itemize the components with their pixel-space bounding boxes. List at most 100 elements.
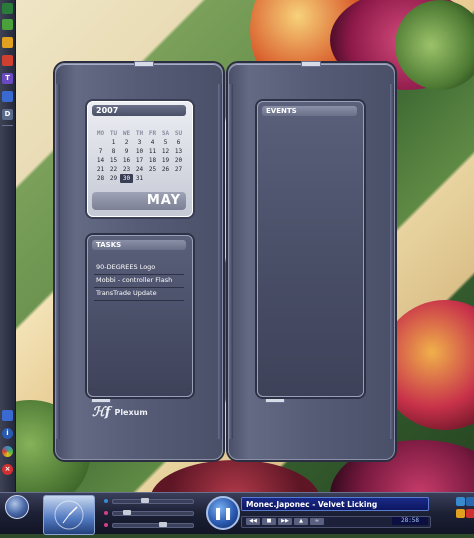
- calendar-day: [159, 174, 172, 183]
- calendar-day[interactable]: 14: [94, 156, 107, 165]
- calendar-day[interactable]: 28: [94, 174, 107, 183]
- calendar-day[interactable]: 23: [120, 165, 133, 174]
- dock-app-icon[interactable]: [2, 37, 13, 48]
- calendar-day[interactable]: 6: [172, 138, 185, 147]
- calendar-day[interactable]: 24: [133, 165, 146, 174]
- seek-slider[interactable]: [112, 522, 194, 528]
- dock-app-icon[interactable]: [2, 55, 13, 66]
- calendar-day[interactable]: 3: [133, 138, 146, 147]
- shuffle-icon[interactable]: ≈: [310, 518, 324, 525]
- start-orb-button[interactable]: [5, 495, 29, 519]
- tray-app-icon[interactable]: [456, 509, 465, 518]
- previous-icon[interactable]: ◀◀: [246, 518, 260, 525]
- color-wheel-icon[interactable]: [2, 446, 13, 457]
- tray-app-icon[interactable]: [466, 509, 474, 518]
- dock-app-icon[interactable]: T: [2, 73, 13, 84]
- calendar-day: [94, 138, 107, 147]
- panel-edge: [229, 84, 233, 439]
- volume-indicator-icon: [104, 499, 108, 503]
- tasks-title: TASKS: [92, 240, 186, 250]
- weekday-label: TU: [109, 130, 118, 137]
- balance-slider[interactable]: [112, 510, 194, 516]
- calendar-day[interactable]: 7: [94, 147, 107, 156]
- playback-time: 28:58: [392, 517, 428, 525]
- panel-drag-handle[interactable]: [134, 61, 154, 67]
- weekday-label: WE: [122, 130, 131, 137]
- panel-drag-handle[interactable]: [301, 61, 321, 67]
- weekday-label: SU: [174, 130, 183, 137]
- slider-knob[interactable]: [123, 510, 131, 515]
- task-item[interactable]: 90-DEGREES Logo: [96, 263, 155, 271]
- task-divider: [94, 274, 184, 275]
- calendar-month[interactable]: MAY: [92, 192, 186, 210]
- calendar-day[interactable]: 31: [133, 174, 146, 183]
- calendar-day[interactable]: 18: [146, 156, 159, 165]
- calendar-day[interactable]: 20: [172, 156, 185, 165]
- calendar-day[interactable]: 1: [107, 138, 120, 147]
- calendar-widget: 2007 MO TU WE TH FR SA SU 1 2 3 4 5 6 7 8 9 10 11 1…: [87, 101, 193, 217]
- calendar-year[interactable]: 2007: [92, 105, 186, 116]
- calendar-day[interactable]: 27: [172, 165, 185, 174]
- dock-screen-icon[interactable]: [2, 410, 13, 421]
- clock-widget[interactable]: [43, 495, 95, 535]
- calendar-day[interactable]: 2: [120, 138, 133, 147]
- info-icon[interactable]: i: [2, 428, 13, 439]
- calendar-day[interactable]: 26: [159, 165, 172, 174]
- dock-app-icon[interactable]: D: [2, 109, 13, 120]
- play-pause-button[interactable]: ❚❚: [206, 496, 240, 530]
- calendar-day[interactable]: 8: [107, 147, 120, 156]
- dock-app-icon[interactable]: [2, 91, 13, 102]
- now-playing-title: Monec.Japonec - Velvet Licking: [241, 497, 429, 511]
- calendar-day[interactable]: 9: [120, 147, 133, 156]
- calendar-day[interactable]: 17: [133, 156, 146, 165]
- panel-resize-handle[interactable]: [265, 397, 285, 403]
- panel-resize-handle[interactable]: [91, 397, 111, 403]
- task-divider: [94, 300, 184, 301]
- logo-mark: ℋf: [92, 405, 111, 420]
- calendar-day[interactable]: 16: [120, 156, 133, 165]
- panel-edge: [56, 84, 60, 439]
- clock-hands-icon: [54, 500, 84, 530]
- eject-icon[interactable]: ▲: [294, 518, 308, 525]
- calendar-day: [146, 174, 159, 183]
- volume-slider[interactable]: [112, 498, 194, 504]
- calendar-week-row: 21 22 23 24 25 26 27: [94, 165, 186, 174]
- logo-text: Plexum: [114, 408, 148, 417]
- calendar-day[interactable]: 22: [107, 165, 120, 174]
- stop-icon[interactable]: ■: [262, 518, 276, 525]
- calendar-day[interactable]: 11: [146, 147, 159, 156]
- weekday-label: SA: [161, 130, 170, 137]
- dock-app-icon[interactable]: [2, 19, 13, 30]
- events-widget: EVENTS: [257, 101, 364, 397]
- calendar-day[interactable]: 21: [94, 165, 107, 174]
- tray-app-icon[interactable]: [456, 497, 465, 506]
- calendar-day[interactable]: 29: [107, 174, 120, 183]
- balance-indicator-icon: [104, 511, 108, 515]
- calendar-week-row: 14 15 16 17 18 19 20: [94, 156, 186, 165]
- calendar-week-row: 7 8 9 10 11 12 13: [94, 147, 186, 156]
- weekday-label: MO: [96, 130, 105, 137]
- tray-app-icon[interactable]: [466, 497, 474, 506]
- calendar-day[interactable]: 5: [159, 138, 172, 147]
- calendar-day[interactable]: 4: [146, 138, 159, 147]
- calendar-day[interactable]: 15: [107, 156, 120, 165]
- weekday-label: FR: [148, 130, 157, 137]
- calendar-day: [172, 174, 185, 183]
- calendar-grid: MO TU WE TH FR SA SU 1 2 3 4 5 6 7 8 9 10 11 12 13 14…: [94, 129, 186, 183]
- dock-app-icon[interactable]: [2, 3, 13, 14]
- calendar-day[interactable]: 25: [146, 165, 159, 174]
- calendar-day[interactable]: 30: [120, 174, 133, 183]
- task-item[interactable]: Mobbi - controller Flash: [96, 276, 172, 284]
- slider-knob[interactable]: [159, 522, 167, 527]
- calendar-day[interactable]: 19: [159, 156, 172, 165]
- close-icon[interactable]: ×: [2, 464, 13, 475]
- calendar-weekday-row: MO TU WE TH FR SA SU: [94, 129, 186, 138]
- weekday-label: TH: [135, 130, 144, 137]
- calendar-day[interactable]: 13: [172, 147, 185, 156]
- next-icon[interactable]: ▶▶: [278, 518, 292, 525]
- slider-knob[interactable]: [141, 498, 149, 503]
- calendar-day[interactable]: 12: [159, 147, 172, 156]
- task-item[interactable]: TransTrade Update: [96, 289, 157, 297]
- seek-indicator-icon: [104, 523, 108, 527]
- calendar-day[interactable]: 10: [133, 147, 146, 156]
